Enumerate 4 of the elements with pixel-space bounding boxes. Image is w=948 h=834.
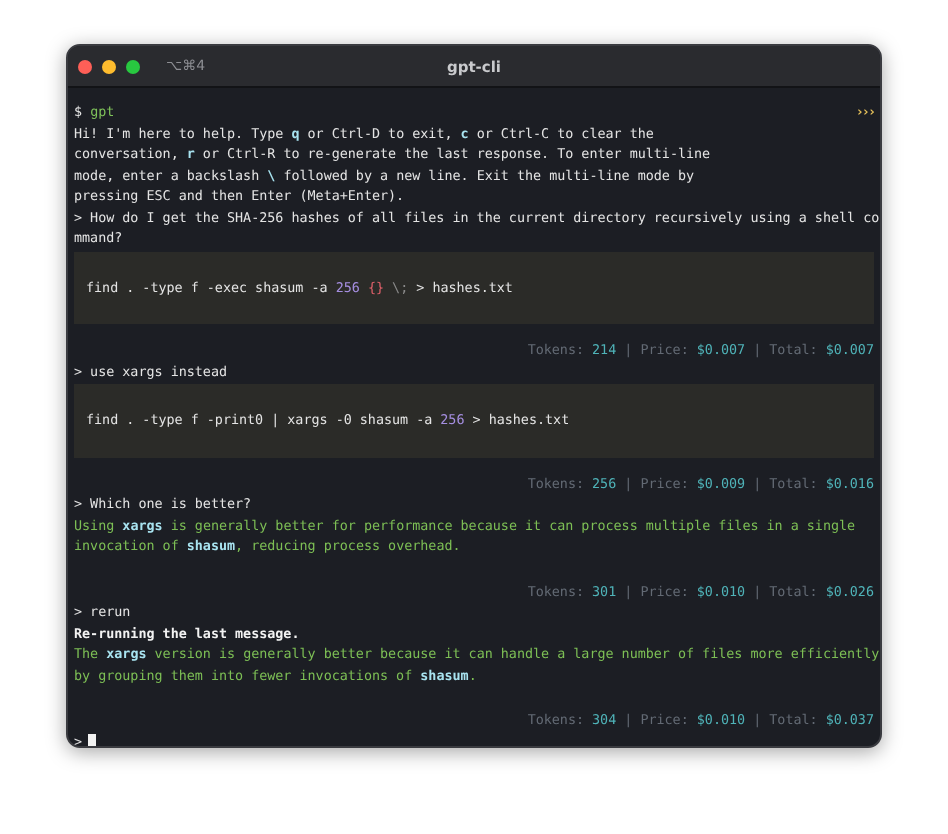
text-cursor xyxy=(88,733,97,746)
close-button[interactable] xyxy=(78,59,92,73)
minimize-button[interactable] xyxy=(102,59,116,73)
zoom-button[interactable] xyxy=(126,59,140,73)
